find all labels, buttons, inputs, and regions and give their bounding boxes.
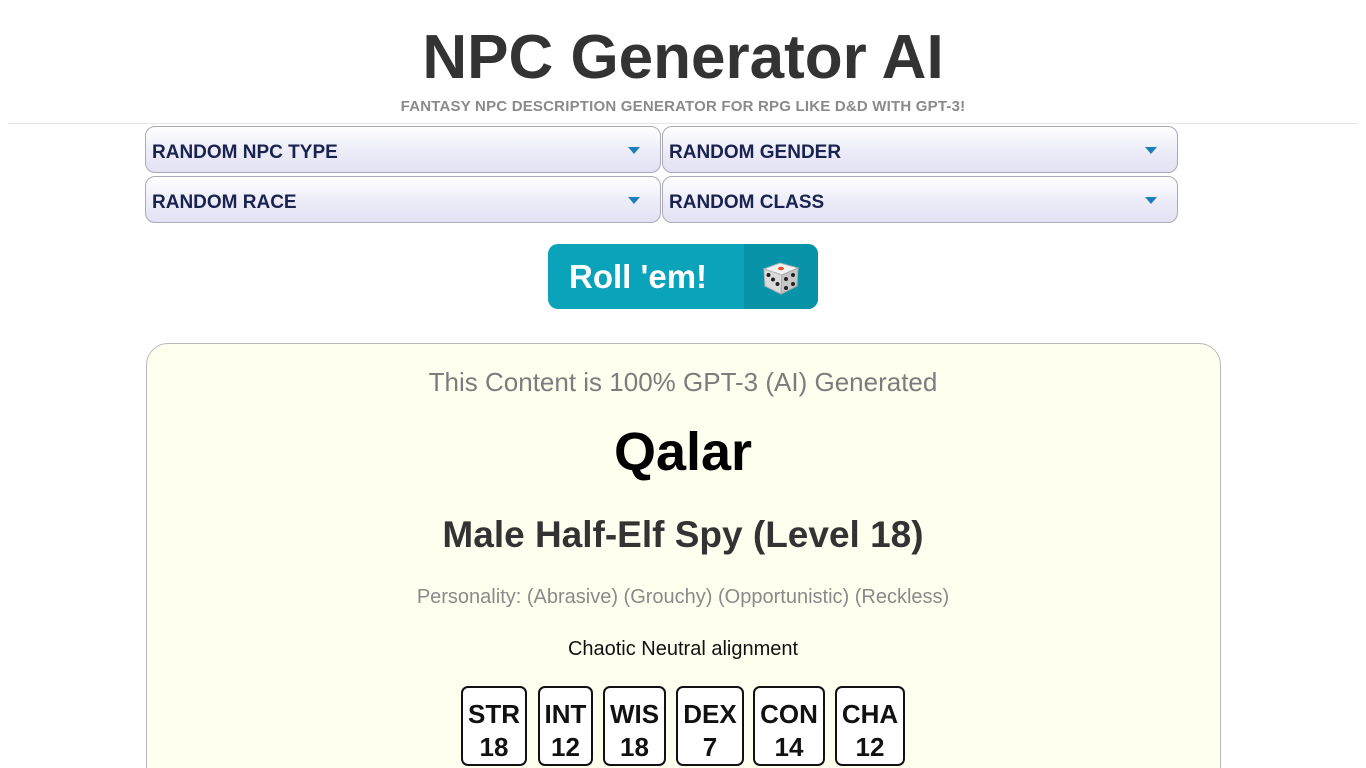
race-select[interactable]: RANDOM RACE <box>145 176 661 223</box>
stat-value: 18 <box>620 732 649 762</box>
dice-icon <box>744 244 818 309</box>
page-subtitle: FANTASY NPC DESCRIPTION GENERATOR FOR RP… <box>400 98 966 115</box>
gender-select-label: RANDOM GENDER <box>669 142 842 163</box>
stat-name: WIS <box>609 699 660 729</box>
stat-name: INT <box>544 699 587 729</box>
npc-personality: Personality: (Abrasive) (Grouchy) (Oppor… <box>416 586 950 608</box>
chevron-down-icon <box>1145 147 1157 154</box>
stat-int: INT 12 <box>538 686 593 766</box>
stat-name: DEX <box>683 699 737 729</box>
npc-alignment: Chaotic Neutral alignment <box>567 638 799 660</box>
stat-wis: WIS 18 <box>603 686 666 766</box>
roll-button-label: Roll 'em! <box>569 258 708 295</box>
class-select-label: RANDOM CLASS <box>669 192 825 213</box>
chevron-down-icon <box>628 197 640 204</box>
stat-dex: DEX 7 <box>676 686 744 766</box>
page-title: NPC Generator AI <box>422 23 944 92</box>
npc-type-select-label: RANDOM NPC TYPE <box>152 142 338 163</box>
roll-button[interactable]: Roll 'em! <box>548 244 818 309</box>
stat-value: 14 <box>774 732 804 762</box>
stat-name: CON <box>760 699 818 729</box>
stat-value: 12 <box>855 732 885 762</box>
gender-select[interactable]: RANDOM GENDER <box>662 126 1178 173</box>
header-divider <box>8 123 1358 124</box>
page: NPC Generator AI FANTASY NPC DESCRIPTION… <box>0 0 1366 768</box>
npc-summary: Male Half-Elf Spy (Level 18) <box>442 514 924 555</box>
ai-generated-note: This Content is 100% GPT-3 (AI) Generate… <box>428 367 938 397</box>
stat-cha: CHA 12 <box>835 686 905 766</box>
npc-type-select[interactable]: RANDOM NPC TYPE <box>145 126 661 173</box>
stat-value: 7 <box>702 732 718 762</box>
chevron-down-icon <box>1145 197 1157 204</box>
stat-name: CHA <box>841 699 899 729</box>
stat-value: 12 <box>551 732 580 762</box>
npc-name: Qalar <box>613 422 753 482</box>
stat-con: CON 14 <box>753 686 825 766</box>
stat-name: STR <box>468 699 520 729</box>
class-select[interactable]: RANDOM CLASS <box>662 176 1178 223</box>
race-select-label: RANDOM RACE <box>152 192 297 213</box>
stat-value: 18 <box>479 732 509 762</box>
chevron-down-icon <box>628 147 640 154</box>
stat-str: STR 18 <box>461 686 527 766</box>
